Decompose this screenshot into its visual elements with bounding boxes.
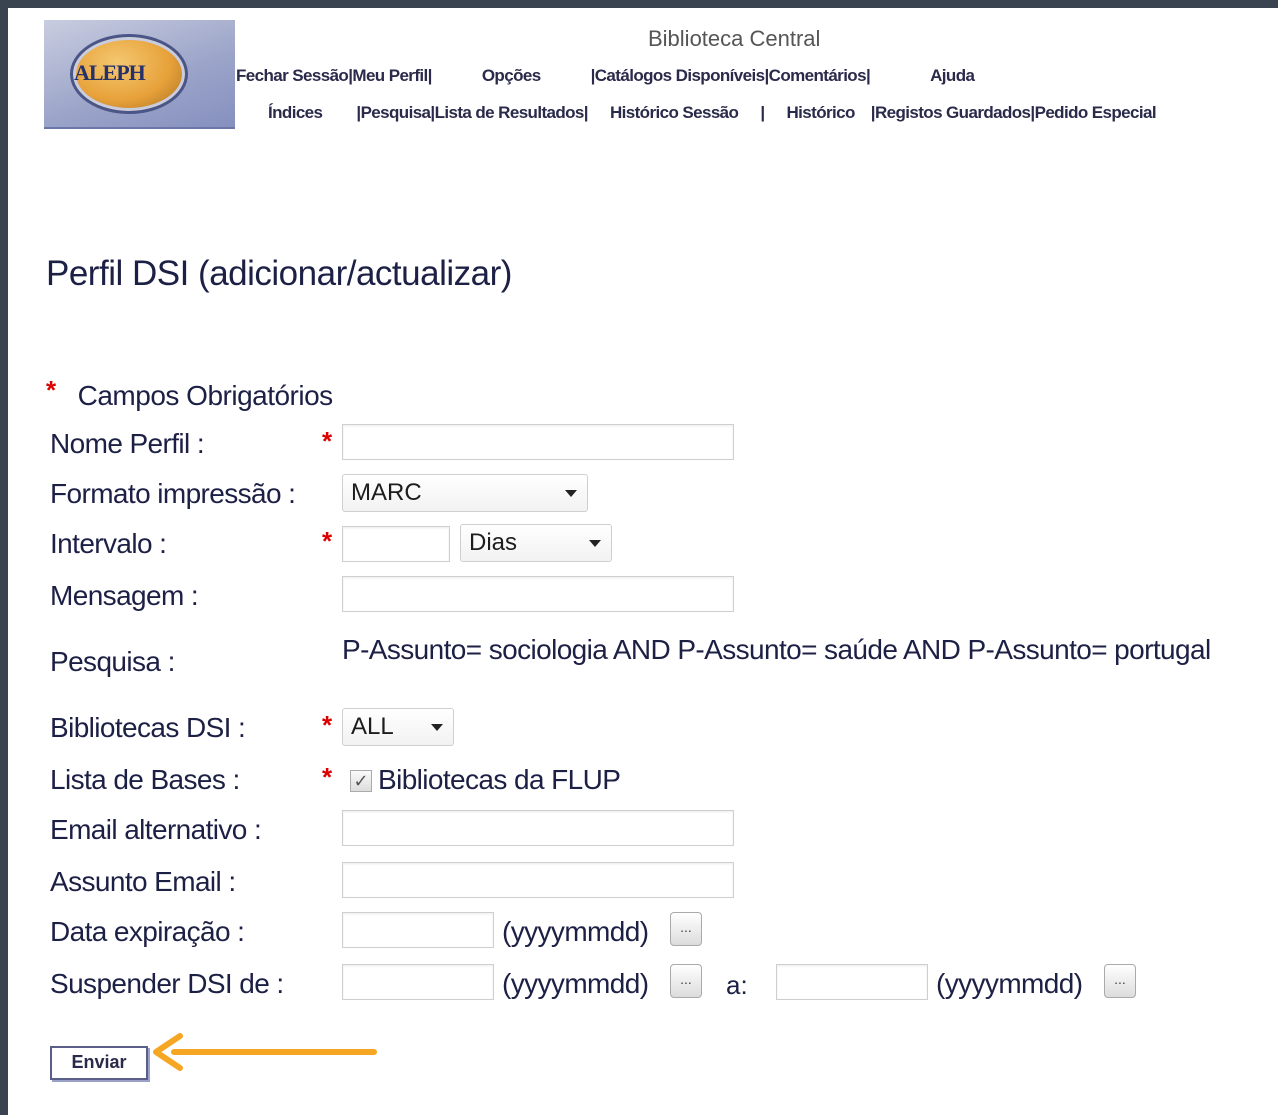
interval-unit-value: Dias [469,529,518,556]
chevron-down-icon [431,724,443,731]
required-star-icon: * [322,426,333,456]
alt-email-input[interactable] [342,810,734,846]
page-title: Perfil DSI (adicionar/actualizar) [46,254,512,293]
nav-search[interactable]: Pesquisa [361,103,431,122]
nav-saved-records[interactable]: Registos Guardados [875,103,1031,122]
required-star-icon: * [322,762,333,792]
suspend-to-picker-button[interactable]: ... [1104,964,1136,998]
suspend-dsi-label: Suspender DSI de : [50,968,284,999]
page: ALEPH Biblioteca Central Fechar Sessão|M… [8,8,1278,1115]
suspend-to-format: (yyyymmdd) [936,968,1083,999]
suspend-from-format: (yyyymmdd) [502,968,649,999]
required-fields-note: * Campos Obrigatórios [46,375,334,412]
expiry-date-picker-button[interactable]: ... [670,912,702,946]
logo-text: ALEPH [74,60,146,85]
nav-indexes[interactable]: Índices [268,103,323,122]
dsi-libraries-label: Bibliotecas DSI : [50,712,246,743]
nav-history[interactable]: Histórico [786,103,855,122]
top-nav: Fechar Sessão|Meu Perfil| Opções |Catálogo… [236,66,975,85]
flup-libraries-checkbox[interactable]: ✓ [350,770,372,792]
alt-email-label: Email alternativo : [50,814,262,845]
email-subject-input[interactable] [342,862,734,898]
suspend-to-label: a: [726,970,748,1000]
aleph-logo[interactable]: ALEPH [44,20,235,129]
suspend-to-input[interactable] [776,964,928,1000]
print-format-select[interactable]: MARC [342,474,588,512]
library-title: Biblioteca Central [648,26,821,51]
chevron-down-icon [565,490,577,497]
annotation-arrow-icon [153,1033,377,1071]
nav-results-list[interactable]: Lista de Resultados [435,103,585,122]
secondary-nav: Índices |Pesquisa|Lista de Resultados| His… [268,103,1157,122]
search-label: Pesquisa : [50,646,175,677]
email-subject-label: Assunto Email : [50,866,236,897]
flup-libraries-label: Bibliotecas da FLUP [378,764,621,795]
dsi-libraries-select[interactable]: ALL [342,708,454,746]
nav-my-profile[interactable]: Meu Perfil [352,66,428,85]
print-format-value: MARC [351,479,422,506]
chevron-down-icon [589,540,601,547]
expiry-date-format: (yyyymmdd) [502,916,649,947]
profile-name-label: Nome Perfil : [50,428,205,459]
dsi-libraries-value: ALL [351,713,394,740]
required-star-icon: * [322,526,333,556]
message-label: Mensagem : [50,580,199,611]
bases-list-label: Lista de Bases : [50,764,240,795]
submit-button[interactable]: Enviar [50,1046,148,1080]
message-input[interactable] [342,576,734,612]
nav-special-request[interactable]: Pedido Especial [1035,103,1157,122]
nav-help[interactable]: Ajuda [930,66,975,85]
search-query-text: P-Assunto= sociologia AND P-Assunto= saú… [342,634,1211,665]
nav-session-history[interactable]: Histórico Sessão [610,103,739,122]
suspend-from-picker-button[interactable]: ... [670,964,702,998]
expiry-date-label: Data expiração : [50,916,245,947]
required-star-icon: * [46,375,56,405]
interval-unit-select[interactable]: Dias [460,524,612,562]
nav-options[interactable]: Opções [482,66,541,85]
expiry-date-input[interactable] [342,912,494,948]
interval-input[interactable] [342,526,450,562]
profile-name-input[interactable] [342,424,734,460]
interval-label: Intervalo : [50,528,167,559]
required-star-icon: * [322,710,333,740]
suspend-from-input[interactable] [342,964,494,1000]
nav-catalogs[interactable]: Catálogos Disponíveis [595,66,765,85]
print-format-label: Formato impressão : [50,478,296,509]
nav-logout[interactable]: Fechar Sessão [236,66,349,85]
nav-comments[interactable]: Comentários [769,66,867,85]
required-note-text: Campos Obrigatórios [77,380,334,411]
